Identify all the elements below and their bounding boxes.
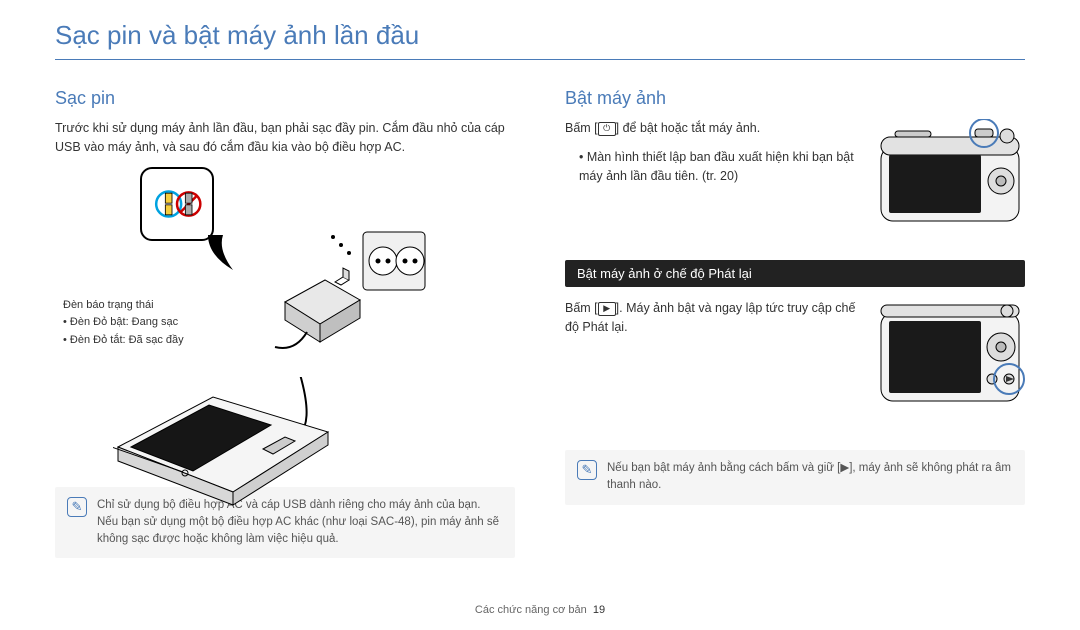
poweron-heading: Bật máy ảnh [565,88,1025,109]
indicator-on: Đèn Đỏ bật: Đang sạc [70,316,178,328]
footer-label: Các chức năng cơ bản [475,604,587,616]
ac-adapter-icon [265,262,375,352]
playback-note-text: Nếu bạn bật máy ảnh bằng cách bấm và giữ… [607,460,1013,495]
camera-top-illustration [875,119,1025,234]
page-title: Sạc pin và bật máy ảnh lần đầu [55,20,1025,60]
right-column: Bật máy ảnh Bấm [⏻] để bật hoặc tắt máy … [565,88,1025,558]
step2-part-a: Bấm [ [565,301,598,315]
poweron-step1: Bấm [⏻] để bật hoặc tắt máy ảnh. • Màn h… [565,119,1025,234]
playback-subheading: Bật máy ảnh ở chế độ Phát lại [565,260,1025,287]
step1-part-a: Bấm [ [565,121,598,135]
usb-orientation-callout [140,167,214,241]
poweron-sub-text: Màn hình thiết lập ban đầu xuất hiện khi… [579,150,854,183]
power-icon: ⏻ [598,122,616,136]
poweron-line1: Bấm [⏻] để bật hoặc tắt máy ảnh. [565,119,861,138]
note-icon: ✎ [67,497,87,517]
main-columns: Sạc pin Trước khi sử dụng máy ảnh lần đầ… [55,88,1025,558]
page-number: 19 [593,604,605,616]
playback-icon: ▶ [598,302,616,316]
note-icon: ✎ [577,460,597,480]
charge-illustration: Đèn báo trạng thái • Đèn Đỏ bật: Đang sạ… [55,167,515,487]
callout-tail [203,235,263,275]
page-footer: Các chức năng cơ bản 19 [0,604,1080,616]
poweron-sub: • Màn hình thiết lập ban đầu xuất hiện k… [565,148,861,186]
charge-heading: Sạc pin [55,88,515,109]
indicator-title: Đèn báo trạng thái [63,297,184,315]
charge-intro: Trước khi sử dụng máy ảnh lần đầu, bạn p… [55,119,515,157]
camera-back-illustration [875,299,1025,424]
indicator-legend: Đèn báo trạng thái • Đèn Đỏ bật: Đang sạ… [63,297,184,350]
playback-step: Bấm [▶]. Máy ảnh bật và ngay lập tức tru… [565,299,1025,424]
camera-perspective-icon [113,377,343,507]
indicator-off: Đèn Đỏ tắt: Đã sạc đầy [70,334,184,346]
left-column: Sạc pin Trước khi sử dụng máy ảnh lần đầ… [55,88,515,558]
step1-part-b: ] để bật hoặc tắt máy ảnh. [616,121,761,135]
playback-note: ✎ Nếu bạn bật máy ảnh bằng cách bấm và g… [565,450,1025,505]
playback-line: Bấm [▶]. Máy ảnh bật và ngay lập tức tru… [565,299,861,337]
